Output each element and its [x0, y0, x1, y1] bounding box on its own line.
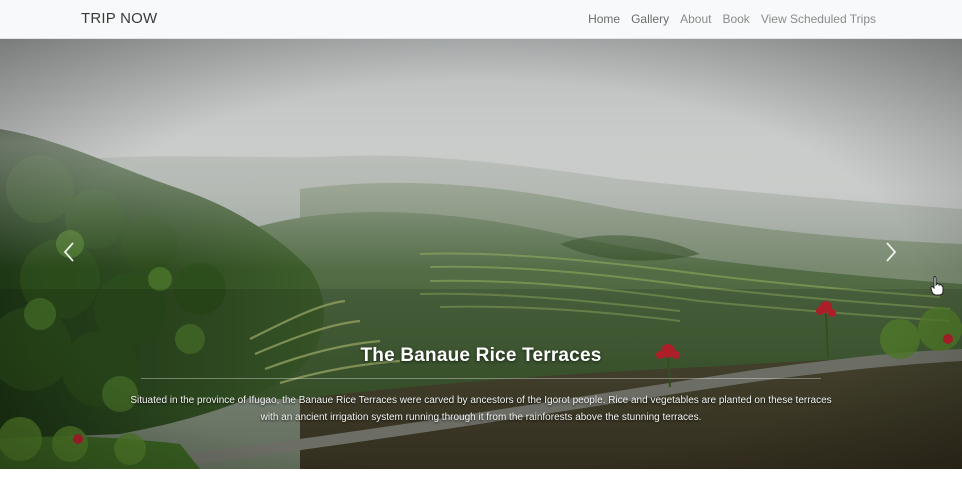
nav-link-gallery[interactable]: Gallery: [631, 12, 669, 26]
navbar: TRIP NOW Home Gallery About Book View Sc…: [0, 0, 962, 39]
slide-description: Situated in the province of Ifugao, the …: [130, 395, 832, 423]
chevron-left-icon: [62, 241, 76, 268]
slide-title: The Banaue Rice Terraces: [360, 345, 602, 366]
carousel-next-button[interactable]: [848, 39, 938, 469]
chevron-right-icon: [884, 241, 898, 268]
brand-logo-link[interactable]: TRIP NOW: [81, 10, 157, 27]
hero-carousel: The Banaue Rice Terraces Situated in the…: [0, 39, 962, 469]
hand-pointer-cursor-icon: [930, 276, 944, 301]
carousel-prev-button[interactable]: [24, 39, 114, 469]
caption-divider: [141, 378, 821, 379]
carousel-caption: The Banaue Rice Terraces Situated in the…: [130, 345, 832, 426]
nav-link-book[interactable]: Book: [722, 12, 749, 26]
nav-link-view-scheduled-trips[interactable]: View Scheduled Trips: [761, 12, 876, 26]
main-nav: Home Gallery About Book View Scheduled T…: [588, 12, 876, 26]
nav-link-about[interactable]: About: [680, 12, 711, 26]
nav-link-home[interactable]: Home: [588, 12, 620, 26]
